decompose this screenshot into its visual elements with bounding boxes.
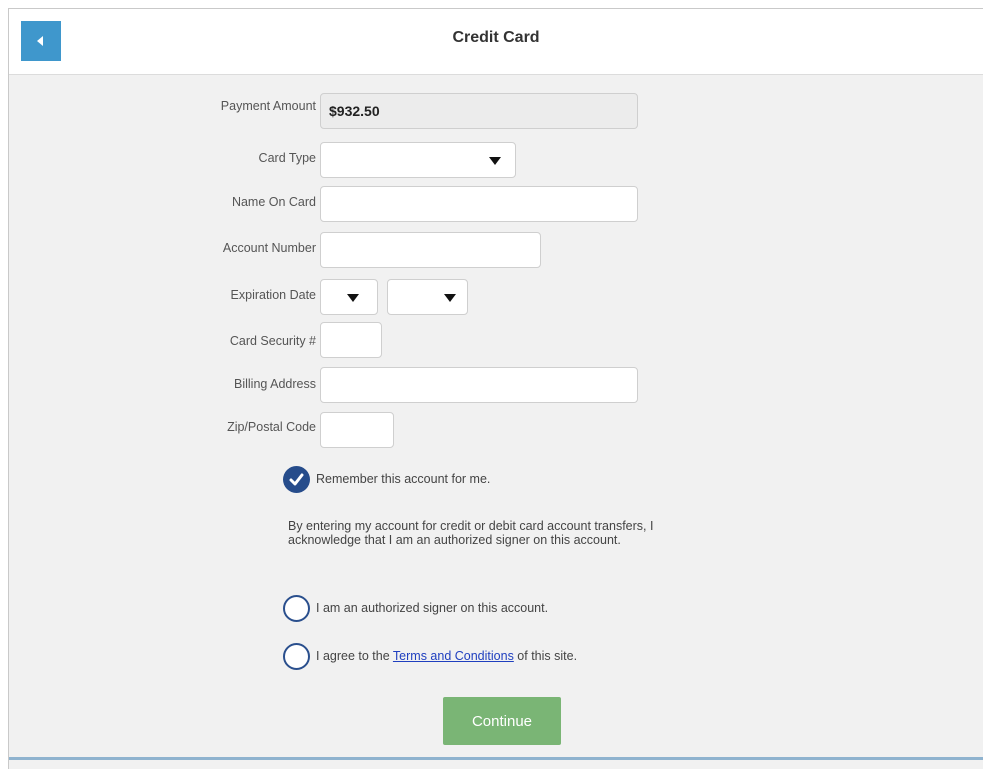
header-bar: Credit Card [9,9,983,75]
expiration-date-label: Expiration Date [230,288,316,302]
remember-checkbox[interactable] [283,466,310,493]
page-title: Credit Card [452,29,540,46]
card-security-label: Card Security # [229,334,316,348]
terms-link[interactable]: Terms and Conditions [393,649,514,663]
payment-amount-label: Payment Amount [220,99,316,113]
terms-prefix: I agree to the [316,649,393,663]
terms-suffix: of this site. [513,649,578,663]
chevron-down-icon [489,157,501,165]
zip-code-label: Zip/Postal Code [227,420,316,434]
checkmark-icon [289,473,304,486]
billing-address-label: Billing Address [234,377,316,391]
chevron-down-icon [347,294,359,302]
billing-address-input[interactable] [320,367,638,403]
authorization-notice: By entering my account for credit or deb… [288,519,654,547]
terms-label: I agree to the Terms and Conditions of t… [316,649,577,663]
card-type-label: Card Type [258,151,316,165]
name-on-card-input[interactable] [320,186,638,222]
authorized-signer-checkbox[interactable] [283,595,310,622]
card-type-select[interactable] [320,142,516,178]
terms-checkbox[interactable] [283,643,310,670]
chevron-down-icon [444,294,456,302]
card-security-input[interactable] [320,322,382,358]
payment-amount-field: $932.50 [320,93,638,129]
continue-button[interactable]: Continue [443,697,561,745]
remember-label: Remember this account for me. [316,472,491,486]
expiration-month-select[interactable] [320,279,378,315]
name-on-card-label: Name On Card [231,195,316,209]
zip-code-input[interactable] [320,412,394,448]
account-number-label: Account Number [222,241,316,255]
expiration-year-select[interactable] [387,279,468,315]
bottom-divider [9,757,983,760]
authorized-signer-label: I am an authorized signer on this accoun… [316,601,549,615]
account-number-input[interactable] [320,232,541,268]
